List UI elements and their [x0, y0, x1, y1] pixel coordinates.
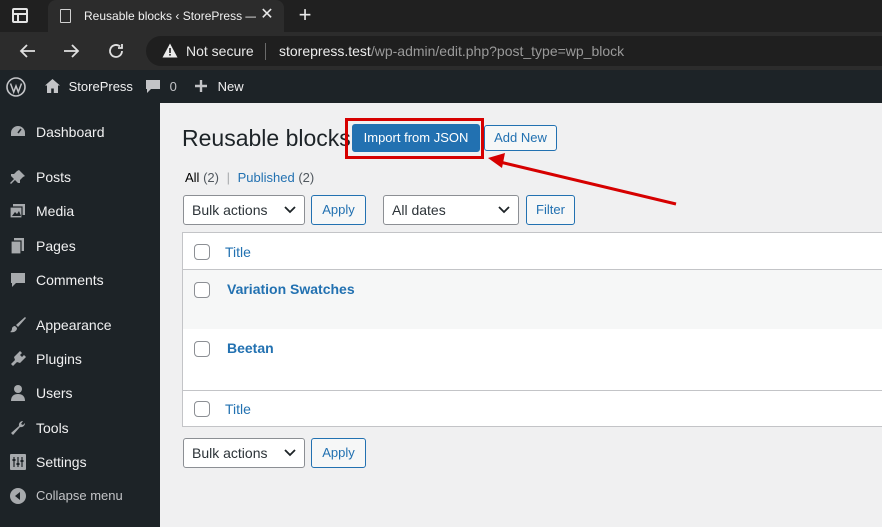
home-icon: [45, 79, 60, 93]
sidebar-item-comments[interactable]: Comments: [0, 263, 160, 297]
filter-all-count: (2): [203, 170, 219, 185]
column-title-footer[interactable]: Title: [225, 401, 251, 417]
highlight-annotation: [345, 118, 484, 159]
table-row: Beetan: [183, 329, 882, 390]
sidebar-item-users[interactable]: Users: [0, 376, 160, 410]
pages-icon: [10, 238, 24, 255]
sidebar-item-label: Appearance: [36, 317, 112, 333]
new-content-link[interactable]: New: [194, 78, 244, 96]
address-bar[interactable]: Not secure storepress.test/wp-admin/edit…: [146, 36, 882, 66]
sidebar-item-appearance[interactable]: Appearance: [0, 308, 160, 342]
chevron-down-icon: [498, 196, 510, 234]
address-divider: [265, 43, 266, 60]
comment-icon: [11, 273, 25, 287]
new-tab-icon[interactable]: +: [294, 4, 316, 26]
page-title: Reusable blocks: [182, 125, 351, 151]
add-new-button[interactable]: Add New: [484, 125, 557, 151]
row-checkbox[interactable]: [194, 282, 210, 298]
sidebar-item-media[interactable]: Media: [0, 194, 160, 228]
filter-button[interactable]: Filter: [526, 195, 575, 225]
row-checkbox[interactable]: [194, 341, 210, 357]
comments-link[interactable]: 0: [145, 78, 177, 96]
row-title-link[interactable]: Variation Swatches: [227, 281, 355, 297]
row-title-link[interactable]: Beetan: [227, 340, 274, 356]
collapse-icon: [10, 488, 26, 504]
sidebar-item-label: Pages: [36, 238, 76, 254]
filter-all[interactable]: All: [185, 170, 199, 185]
new-label: New: [217, 79, 244, 94]
tab-title: Reusable blocks ‹ StorePress — WordPress: [84, 9, 256, 23]
warning-icon[interactable]: [162, 43, 178, 58]
filter-published[interactable]: Published: [238, 170, 295, 185]
dates-select[interactable]: All dates: [383, 195, 519, 225]
chevron-down-icon: [284, 439, 296, 477]
plus-icon: [195, 80, 207, 92]
settings-icon: [10, 454, 26, 470]
sidebar-item-dashboard[interactable]: Dashboard: [0, 115, 160, 149]
wrench-icon: [11, 420, 26, 435]
site-name: StorePress: [68, 79, 133, 94]
bulk-actions-select-bottom[interactable]: Bulk actions: [183, 438, 305, 468]
sidebar-item-posts[interactable]: Posts: [0, 160, 160, 194]
select-all-checkbox[interactable]: [194, 244, 210, 260]
url-text[interactable]: storepress.test/wp-admin/edit.php?post_t…: [279, 43, 624, 59]
sidebar-item-settings[interactable]: Settings: [0, 445, 160, 479]
sidebar-item-pages[interactable]: Pages: [0, 229, 160, 263]
brush-icon: [10, 317, 26, 333]
sidebar-toggle-icon[interactable]: [12, 8, 28, 23]
blocks-table: Title Variation Swatches Beetan Title: [182, 232, 882, 427]
wp-admin-bar: StorePress 0 New: [0, 70, 882, 103]
sidebar-item-label: Plugins: [36, 351, 82, 367]
apply-button[interactable]: Apply: [311, 195, 366, 225]
sidebar-item-label: Dashboard: [36, 124, 105, 140]
table-footer-row: Title: [183, 390, 882, 427]
filter-separator: |: [226, 170, 230, 185]
dashboard-icon: [11, 126, 25, 136]
site-name-link[interactable]: StorePress: [44, 78, 133, 96]
user-icon: [11, 385, 25, 401]
sidebar-item-tools[interactable]: Tools: [0, 411, 160, 445]
column-title-header[interactable]: Title: [225, 244, 251, 260]
collapse-menu-button[interactable]: Collapse menu: [0, 479, 160, 513]
sidebar-item-label: Tools: [36, 420, 69, 436]
url-host: storepress.test: [279, 43, 371, 59]
status-filters: All (2) | Published (2): [185, 170, 314, 185]
pin-icon: [10, 170, 25, 184]
bulk-actions-select[interactable]: Bulk actions: [183, 195, 305, 225]
close-icon[interactable]: ✕: [258, 6, 276, 24]
browser-toolbar: Not secure storepress.test/wp-admin/edit…: [0, 32, 882, 70]
sidebar-item-label: Media: [36, 203, 75, 219]
wordpress-logo-icon[interactable]: [6, 77, 26, 97]
media-icon: [9, 204, 25, 219]
sidebar-item-label: Comments: [36, 272, 104, 288]
security-label[interactable]: Not secure: [186, 43, 254, 59]
forward-icon[interactable]: [60, 40, 82, 62]
main-content: Reusable blocks Import from JSON Add New…: [160, 103, 882, 527]
comment-icon: [146, 80, 160, 93]
sidebar-item-label: Posts: [36, 169, 72, 185]
sidebar-item-label: Collapse menu: [36, 488, 123, 503]
browser-tab-strip: Reusable blocks ‹ StorePress — WordPress…: [0, 0, 882, 32]
sidebar-item-label: Settings: [36, 454, 87, 470]
page-icon: [60, 9, 71, 23]
table-row: Variation Swatches: [183, 270, 882, 329]
table-header-row: Title: [183, 233, 882, 270]
back-icon[interactable]: [17, 40, 39, 62]
sidebar-item-label: Users: [36, 385, 73, 401]
filter-published-count: (2): [298, 170, 315, 185]
admin-sidebar: Dashboard Posts Media Pages Comments App…: [0, 103, 160, 527]
chevron-down-icon: [284, 196, 296, 234]
browser-tab[interactable]: Reusable blocks ‹ StorePress — WordPress…: [48, 0, 284, 32]
plug-icon: [11, 351, 26, 366]
bulk-actions-value: Bulk actions: [192, 445, 268, 461]
reload-icon[interactable]: [105, 40, 127, 62]
bulk-actions-value: Bulk actions: [192, 202, 268, 218]
dates-value: All dates: [392, 202, 446, 218]
select-all-checkbox[interactable]: [194, 401, 210, 417]
comments-count: 0: [169, 79, 177, 94]
apply-button-bottom[interactable]: Apply: [311, 438, 366, 468]
url-path: /wp-admin/edit.php?post_type=wp_block: [370, 43, 625, 59]
sidebar-item-plugins[interactable]: Plugins: [0, 342, 160, 376]
